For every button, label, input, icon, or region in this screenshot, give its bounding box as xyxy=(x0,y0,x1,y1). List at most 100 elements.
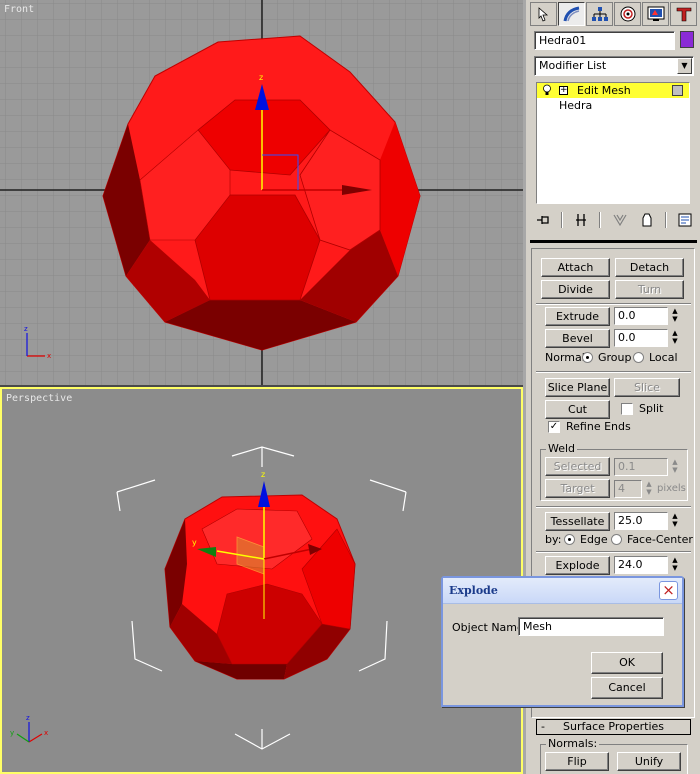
motion-tab[interactable] xyxy=(614,2,641,26)
chevron-down-icon[interactable]: ▼ xyxy=(677,58,692,74)
ok-button[interactable]: OK xyxy=(591,652,663,674)
tessellate-button[interactable]: Tessellate xyxy=(545,512,610,531)
create-icon xyxy=(538,7,548,22)
separator xyxy=(536,371,691,373)
expand-plus-icon[interactable]: + xyxy=(559,86,568,95)
tripod-persp-x: x xyxy=(44,729,48,737)
stack-item-hedra[interactable]: Hedra xyxy=(537,98,689,113)
front-viewport-canvas[interactable]: z z x xyxy=(0,0,523,385)
by-face-center-label: Face-Center xyxy=(627,533,693,546)
weld-group-title: Weld xyxy=(546,442,578,455)
toolbar-separator xyxy=(561,212,564,228)
detach-button[interactable]: Detach xyxy=(615,258,684,277)
stack-item-label: Hedra xyxy=(559,99,593,112)
surface-properties-rollout-header[interactable]: - Surface Properties xyxy=(536,719,691,735)
object-color-swatch[interactable] xyxy=(680,31,694,48)
motion-icon xyxy=(620,6,635,22)
object-name-label: Object Name: xyxy=(452,621,528,634)
explode-spinner[interactable]: ▲ ▼ xyxy=(670,556,680,574)
surface-properties-title: Surface Properties xyxy=(563,720,664,733)
rollout-divider xyxy=(530,240,697,243)
separator xyxy=(536,506,691,508)
gizmo-p-z-label: z xyxy=(261,470,265,479)
tripod-front-x: x xyxy=(47,352,51,360)
extrude-button[interactable]: Extrude xyxy=(545,307,610,326)
stack-item-edit-mesh[interactable]: + Edit Mesh xyxy=(537,83,689,98)
toolbar-separator xyxy=(599,212,602,228)
extrude-amount-field[interactable]: 0.0 xyxy=(614,307,668,325)
front-viewport[interactable]: z z x Front xyxy=(0,0,523,385)
extrude-spinner[interactable]: ▲ ▼ xyxy=(670,307,680,325)
refine-ends-label: Refine Ends xyxy=(566,420,631,433)
stack-toolbar xyxy=(534,210,694,230)
configure-modifier-sets-icon[interactable] xyxy=(676,211,694,229)
collapse-minus-icon: - xyxy=(541,720,545,733)
slice-plane-button[interactable]: Slice Plane xyxy=(545,378,610,397)
modifier-list-label: Modifier List xyxy=(539,59,607,72)
weld-target-spinner[interactable]: ▲ ▼ xyxy=(644,480,654,498)
explode-button[interactable]: Explode xyxy=(545,556,610,575)
display-icon xyxy=(647,6,664,21)
flip-button[interactable]: Flip xyxy=(545,752,609,771)
front-viewport-label[interactable]: Front xyxy=(4,4,34,15)
weld-selected-button[interactable]: Selected xyxy=(545,457,610,476)
dialog-title-bar[interactable]: Explode × xyxy=(443,578,682,604)
bevel-spinner[interactable]: ▲ ▼ xyxy=(670,329,680,347)
make-unique-icon[interactable] xyxy=(611,211,629,229)
command-panel-tabs xyxy=(530,2,698,26)
lightbulb-icon[interactable] xyxy=(542,84,552,96)
axis-tripod-perspective: z x y xyxy=(10,714,48,743)
pin-stack-icon[interactable] xyxy=(534,211,552,229)
weld-threshold-spinner[interactable]: ▲ ▼ xyxy=(670,458,680,476)
tripod-persp-z: z xyxy=(26,714,30,722)
weld-threshold-field[interactable]: 0.1 xyxy=(614,458,668,476)
explode-object-name-input[interactable]: Mesh xyxy=(518,617,664,636)
display-tab[interactable] xyxy=(642,2,669,26)
modifier-list-dropdown[interactable]: Modifier List ▼ xyxy=(534,56,694,76)
attach-button[interactable]: Attach xyxy=(541,258,610,277)
split-checkbox[interactable] xyxy=(621,403,633,415)
gizmo-y-label: y xyxy=(192,538,197,547)
by-label: by: xyxy=(545,533,562,546)
by-face-center-radio[interactable] xyxy=(611,534,622,545)
stack-item-toggle-icon[interactable] xyxy=(672,85,683,96)
hierarchy-icon xyxy=(591,7,608,21)
remove-modifier-icon[interactable] xyxy=(638,211,656,229)
refine-ends-checkbox[interactable]: ✓ xyxy=(548,421,560,433)
turn-button[interactable]: Turn xyxy=(615,280,684,299)
separator xyxy=(536,551,691,553)
show-end-result-icon[interactable] xyxy=(572,211,590,229)
modifier-stack[interactable]: + Edit Mesh Hedra xyxy=(536,82,690,204)
normal-local-radio[interactable] xyxy=(633,352,644,363)
create-tab[interactable] xyxy=(530,2,557,26)
modify-tab[interactable] xyxy=(558,2,585,26)
bevel-button[interactable]: Bevel xyxy=(545,329,610,348)
normal-group-radio[interactable] xyxy=(582,352,593,363)
split-label: Split xyxy=(639,402,664,415)
dialog-title: Explode xyxy=(449,584,498,597)
slice-button[interactable]: Slice xyxy=(614,378,680,397)
hierarchy-tab[interactable] xyxy=(586,2,613,26)
bevel-amount-field[interactable]: 0.0 xyxy=(614,329,668,347)
divide-button[interactable]: Divide xyxy=(541,280,610,299)
tessellate-tension-field[interactable]: 25.0 xyxy=(614,512,668,530)
perspective-viewport-label[interactable]: Perspective xyxy=(6,393,72,404)
weld-target-button[interactable]: Target xyxy=(545,479,610,498)
utilities-tab[interactable] xyxy=(670,2,697,26)
modify-icon xyxy=(563,6,579,22)
unify-button[interactable]: Unify xyxy=(617,752,681,771)
close-icon[interactable]: × xyxy=(659,581,678,600)
toolbar-separator xyxy=(664,212,667,228)
tessellate-spinner[interactable]: ▲ ▼ xyxy=(670,512,680,530)
normal-local-label: Local xyxy=(649,351,678,364)
weld-target-pixels-field[interactable]: 4 xyxy=(614,480,642,498)
object-name-field[interactable]: Hedra01 xyxy=(534,31,675,50)
by-edge-radio[interactable] xyxy=(564,534,575,545)
stack-item-label: Edit Mesh xyxy=(577,84,631,97)
cut-button[interactable]: Cut xyxy=(545,400,610,419)
hedra-mesh-perspective[interactable] xyxy=(164,494,356,680)
by-edge-label: Edge xyxy=(580,533,608,546)
normals-group-title: Normals: xyxy=(546,737,600,750)
cancel-button[interactable]: Cancel xyxy=(591,677,663,699)
explode-angle-field[interactable]: 24.0 xyxy=(614,556,668,574)
